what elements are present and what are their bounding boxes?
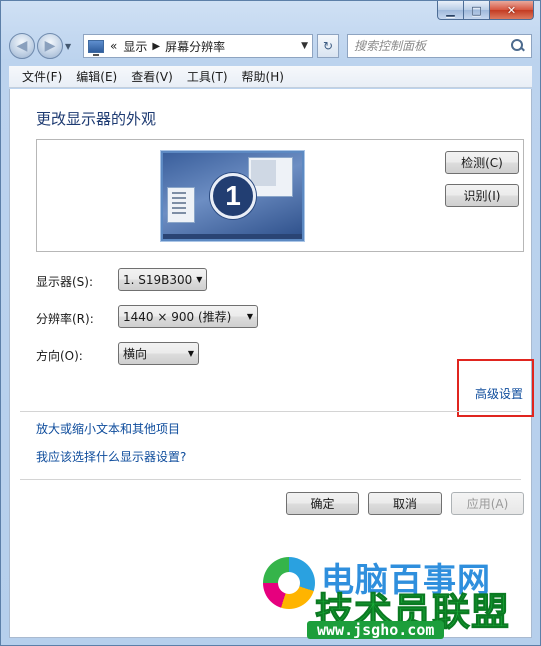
chevron-down-icon: ▼ <box>246 312 253 321</box>
control-panel-window: ▁ □ ✕ ◀ ▶ ▼ « 显示 ▶ 屏幕分辨率 ▼ ↻ 文件(F) 编辑(E)… <box>0 0 541 646</box>
divider <box>20 479 521 480</box>
address-bar[interactable]: « 显示 ▶ 屏幕分辨率 ▼ <box>83 34 313 58</box>
menu-tools[interactable]: 工具(T) <box>180 68 235 85</box>
display-select-value: 1. S19B300 <box>123 272 193 287</box>
window-caption-buttons: ▁ □ ✕ <box>437 1 534 20</box>
search-box[interactable] <box>347 34 532 58</box>
advanced-settings-link[interactable]: 高级设置 <box>475 385 523 402</box>
breadcrumb-display[interactable]: 显示 <box>123 38 147 55</box>
recent-pages-dropdown[interactable]: ▼ <box>65 42 75 51</box>
monitor-1-thumbnail[interactable]: 1 <box>161 151 304 241</box>
maximize-icon: □ <box>471 3 482 17</box>
search-icon[interactable] <box>511 39 525 53</box>
orientation-select-value: 横向 <box>123 347 148 361</box>
breadcrumb-resolution[interactable]: 屏幕分辨率 <box>165 38 225 55</box>
search-input[interactable] <box>354 39 511 53</box>
close-icon: ✕ <box>506 3 517 17</box>
monitor-preview-panel: 1 检测(C) 识别(I) <box>36 139 524 252</box>
chevron-down-icon: ▼ <box>196 275 203 284</box>
monitor-document-icon <box>167 187 195 223</box>
page-title: 更改显示器的外观 <box>36 110 157 128</box>
menu-edit[interactable]: 编辑(E) <box>69 68 124 85</box>
cancel-button[interactable]: 取消 <box>368 492 442 515</box>
menu-help[interactable]: 帮助(H) <box>235 68 291 85</box>
text-size-link[interactable]: 放大或缩小文本和其他项目 <box>36 420 180 437</box>
resolution-select-value: 1440 × 900 (推荐) <box>123 310 232 324</box>
menu-view[interactable]: 查看(V) <box>124 68 180 85</box>
ok-button[interactable]: 确定 <box>286 492 359 515</box>
maximize-button[interactable]: □ <box>464 1 490 20</box>
address-prefix[interactable]: « <box>110 39 117 53</box>
display-settings-help-link[interactable]: 我应该选择什么显示器设置? <box>36 448 186 465</box>
navigation-bar: ◀ ▶ ▼ « 显示 ▶ 屏幕分辨率 ▼ ↻ <box>9 31 532 61</box>
back-button[interactable]: ◀ <box>9 33 35 59</box>
watermark-url: www.jsgho.com <box>307 621 445 639</box>
detect-button[interactable]: 检测(C) <box>445 151 519 174</box>
divider <box>20 411 521 412</box>
refresh-icon: ↻ <box>322 39 334 53</box>
forward-arrow-icon: ▶ <box>44 38 56 54</box>
orientation-select[interactable]: 横向 ▼ <box>118 342 199 365</box>
minimize-icon: ▁ <box>446 3 455 17</box>
monitor-taskbar <box>163 234 302 239</box>
menu-bar: 文件(F) 编辑(E) 查看(V) 工具(T) 帮助(H) <box>9 66 532 88</box>
display-label: 显示器(S): <box>36 275 94 289</box>
display-select[interactable]: 1. S19B300 ▼ <box>118 268 207 291</box>
watermark-logo-icon <box>263 557 315 609</box>
resolution-select[interactable]: 1440 × 900 (推荐) ▼ <box>118 305 258 328</box>
forward-button[interactable]: ▶ <box>37 33 63 59</box>
close-button[interactable]: ✕ <box>490 1 534 20</box>
breadcrumb-separator-icon[interactable]: ▶ <box>152 41 160 52</box>
back-arrow-icon: ◀ <box>16 38 28 54</box>
menu-file[interactable]: 文件(F) <box>15 68 69 85</box>
orientation-label: 方向(O): <box>36 349 83 363</box>
apply-button[interactable]: 应用(A) <box>451 492 524 515</box>
site-watermark: 电脑百事网 技术员联盟 www.jsgho.com <box>257 549 519 641</box>
monitor-number-badge: 1 <box>210 173 256 219</box>
minimize-button[interactable]: ▁ <box>437 1 464 20</box>
chevron-down-icon: ▼ <box>187 349 194 358</box>
identify-button[interactable]: 识别(I) <box>445 184 519 207</box>
address-dropdown-icon[interactable]: ▼ <box>301 41 308 51</box>
resolution-label: 分辨率(R): <box>36 312 94 326</box>
refresh-button[interactable]: ↻ <box>317 34 339 58</box>
display-folder-icon <box>88 39 104 56</box>
